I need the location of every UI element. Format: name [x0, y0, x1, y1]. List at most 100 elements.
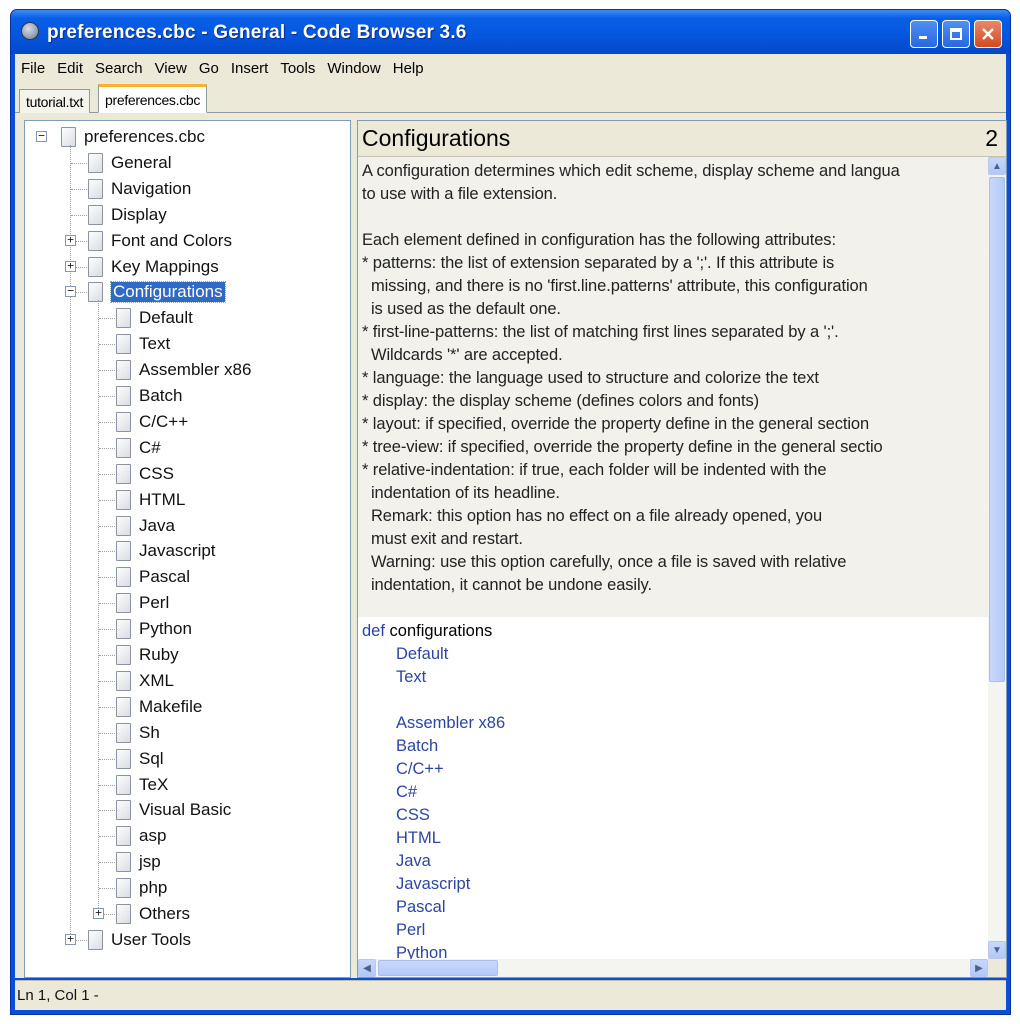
scroll-right-button[interactable]: ▶: [970, 959, 988, 977]
documentation-block[interactable]: A configuration determines which edit sc…: [358, 157, 988, 617]
document-icon: [116, 852, 131, 873]
tree-item-asp[interactable]: asp: [116, 824, 166, 848]
tree-item-php[interactable]: php: [116, 876, 167, 900]
code-child-html[interactable]: HTML: [362, 827, 988, 850]
tree-item-tex[interactable]: TeX: [116, 773, 168, 797]
tree-item-visual-basic[interactable]: Visual Basic: [116, 798, 231, 822]
document-icon: [116, 411, 131, 432]
editor-pane[interactable]: Configurations 2 A configuration determi…: [357, 120, 1007, 978]
tree-label: Makefile: [139, 696, 203, 716]
menu-window[interactable]: Window: [321, 54, 386, 83]
tree-item-configurations[interactable]: Configurations: [88, 280, 226, 304]
tree-item-makefile[interactable]: Makefile: [116, 695, 202, 719]
document-icon: [116, 645, 131, 665]
scroll-left-button[interactable]: ◀: [358, 959, 376, 977]
tree-item-pascal[interactable]: Pascal: [116, 565, 190, 589]
menu-search[interactable]: Search: [89, 54, 149, 83]
tree-item-jsp[interactable]: jsp: [116, 850, 161, 874]
doc-line: * relative-indentation: if true, each fo…: [362, 461, 827, 479]
tree-item-others[interactable]: Others: [116, 902, 190, 926]
tree-item-perl[interactable]: Perl: [116, 591, 169, 615]
doc-line: * language: the language used to structu…: [362, 369, 819, 387]
tree-item-general[interactable]: General: [88, 151, 171, 175]
scroll-down-button[interactable]: ▼: [988, 941, 1006, 959]
tree-item-c[interactable]: C#: [116, 436, 161, 460]
tree-item-c-c[interactable]: C/C++: [116, 410, 188, 434]
tab-tutorial[interactable]: tutorial.txt: [19, 89, 91, 113]
menu-view[interactable]: View: [149, 54, 193, 83]
tree-item-user-tools[interactable]: User Tools: [88, 928, 191, 952]
tree-item-root[interactable]: preferences.cbc: [61, 125, 205, 149]
code-child-assembler-x86[interactable]: Assembler x86: [362, 712, 988, 735]
tree-item-css[interactable]: CSS: [116, 462, 174, 486]
tree-item-sh[interactable]: Sh: [116, 721, 160, 745]
code-child-css[interactable]: CSS: [362, 804, 988, 827]
collapse-icon[interactable]: −: [36, 130, 47, 142]
tree-item-javascript[interactable]: Javascript: [116, 539, 216, 563]
scroll-corner: [988, 959, 1006, 977]
tree-connector: [71, 214, 87, 216]
vertical-scroll-thumb[interactable]: [989, 177, 1005, 682]
code-child-c-c[interactable]: C/C++: [362, 758, 988, 781]
tree-connector: [99, 888, 115, 890]
menu-file[interactable]: File: [15, 54, 51, 83]
code-child-c[interactable]: C#: [362, 781, 988, 804]
tree-item-sql[interactable]: Sql: [116, 747, 164, 771]
code-child-java[interactable]: Java: [362, 850, 988, 873]
tree-item-xml[interactable]: XML: [116, 669, 174, 693]
tree-label: Visual Basic: [139, 800, 232, 820]
tree-item-ruby[interactable]: Ruby: [116, 643, 179, 667]
document-icon: [61, 127, 76, 147]
horizontal-scrollbar[interactable]: ◀ ▶: [358, 959, 988, 977]
document-icon: [88, 256, 103, 277]
menu-insert[interactable]: Insert: [225, 54, 275, 83]
title-bar[interactable]: preferences.cbc - General - Code Browser…: [11, 10, 1010, 54]
tree-item-text[interactable]: Text: [116, 332, 170, 356]
code-child-batch[interactable]: Batch: [362, 735, 988, 758]
code-child-text[interactable]: Text: [362, 666, 988, 689]
menu-tools[interactable]: Tools: [274, 54, 321, 83]
vertical-scrollbar[interactable]: ▲ ▼: [988, 157, 1006, 959]
document-icon: [116, 670, 131, 691]
minimize-button[interactable]: [910, 20, 938, 48]
tree-label: Assembler x86: [139, 360, 252, 380]
expand-icon[interactable]: +: [65, 234, 76, 246]
scroll-up-button[interactable]: ▲: [988, 157, 1006, 175]
close-button[interactable]: [974, 20, 1002, 48]
code-child-python[interactable]: Python: [362, 942, 988, 959]
tree-label: Key Mappings: [111, 256, 219, 276]
tree-item-python[interactable]: Python: [116, 617, 192, 641]
tree-item-html[interactable]: HTML: [116, 488, 185, 512]
tree-item-java[interactable]: Java: [116, 514, 175, 538]
app-icon[interactable]: [21, 22, 39, 40]
tab-preferences[interactable]: preferences.cbc: [98, 84, 208, 113]
collapse-icon[interactable]: −: [65, 285, 76, 298]
outline-tree[interactable]: preferences.cbc − General Navigation Display…: [24, 120, 351, 978]
horizontal-scroll-thumb[interactable]: [378, 960, 498, 976]
tree-item-navigation[interactable]: Navigation: [88, 177, 191, 201]
tree-connector: [99, 655, 115, 656]
menu-edit[interactable]: Edit: [51, 54, 89, 83]
code-child-perl[interactable]: Perl: [362, 919, 988, 942]
code-child-javascript[interactable]: Javascript: [362, 873, 988, 896]
tree-item-font-and-colors[interactable]: Font and Colors: [88, 229, 232, 253]
maximize-button[interactable]: [942, 20, 970, 48]
code-child-pascal[interactable]: Pascal: [362, 896, 988, 919]
menu-go[interactable]: Go: [193, 54, 225, 83]
expand-icon[interactable]: +: [93, 907, 104, 919]
code-child-blank[interactable]: [362, 689, 988, 712]
tree-item-display[interactable]: Display: [88, 203, 167, 227]
menu-help[interactable]: Help: [387, 54, 430, 83]
expand-icon[interactable]: +: [65, 933, 76, 945]
code-block[interactable]: def configurations Default Text Assembler …: [358, 617, 988, 959]
tree-item-key-mappings[interactable]: Key Mappings: [88, 255, 219, 279]
tree-item-default[interactable]: Default: [116, 306, 193, 330]
code-child-default[interactable]: Default: [362, 643, 988, 666]
document-icon: [116, 437, 131, 458]
tree-item-batch[interactable]: Batch: [116, 384, 182, 408]
expand-icon[interactable]: +: [65, 260, 76, 272]
tree-connector: [99, 732, 115, 734]
tree-item-assembler-x86[interactable]: Assembler x86: [116, 358, 251, 382]
tree-label: Navigation: [111, 178, 192, 198]
tree-label: C#: [139, 437, 161, 457]
